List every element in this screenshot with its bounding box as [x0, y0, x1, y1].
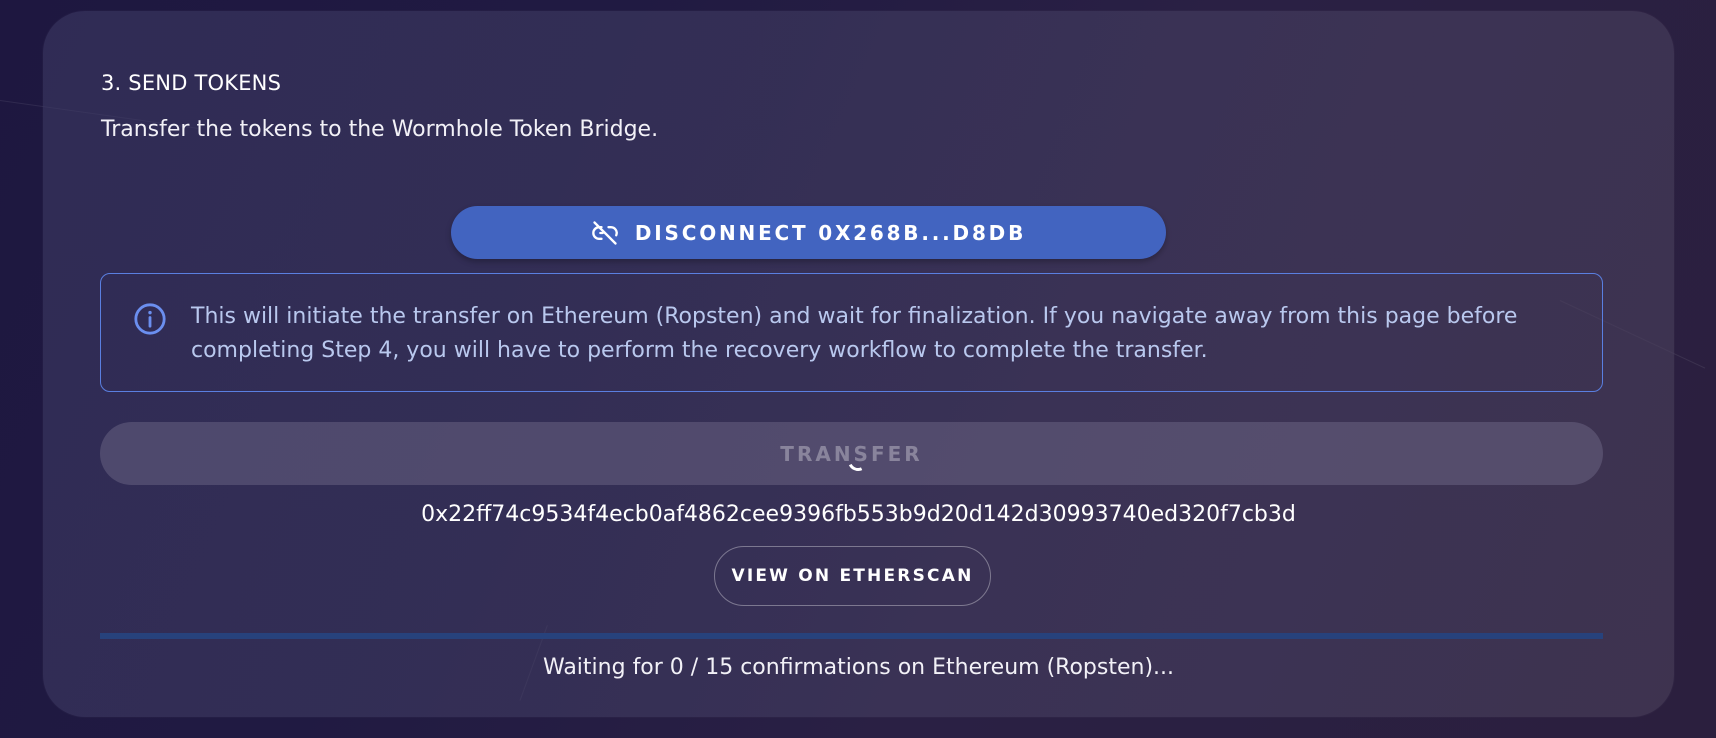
info-alert: This will initiate the transfer on Ether… [100, 273, 1603, 392]
disconnect-wallet-button[interactable]: DISCONNECT 0X268B...D8DB [451, 206, 1166, 259]
send-tokens-card: 3. SEND TOKENS Transfer the tokens to th… [43, 11, 1674, 717]
confirmation-status: Waiting for 0 / 15 confirmations on Ethe… [542, 655, 1175, 680]
disconnect-wallet-label: DISCONNECT 0X268B...D8DB [634, 220, 1027, 245]
info-alert-message: This will initiate the transfer on Ether… [191, 304, 1518, 363]
step-description: Transfer the tokens to the Wormhole Toke… [101, 117, 659, 142]
info-icon [133, 302, 167, 340]
step-title: 3. SEND TOKENS [101, 71, 282, 95]
transaction-hash: 0x22ff74c9534f4ecb0af4862cee9396fb553b9d… [421, 502, 1296, 527]
view-on-etherscan-button[interactable]: VIEW ON ETHERSCAN [714, 546, 991, 606]
transfer-button[interactable]: TRANSFER [100, 422, 1603, 485]
confirmation-progress-bar [100, 633, 1603, 639]
link-off-icon [591, 219, 619, 247]
